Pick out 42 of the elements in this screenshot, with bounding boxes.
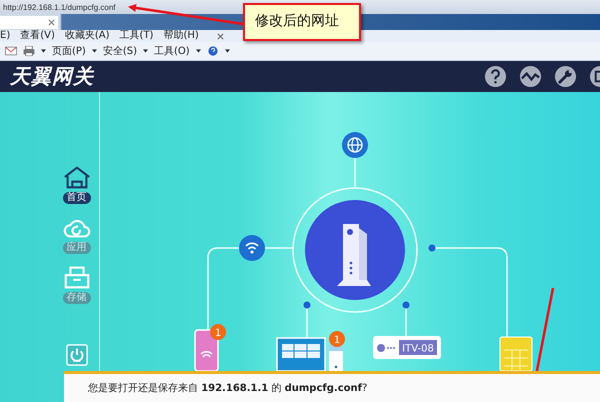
caret-icon[interactable] [92,49,97,53]
help-icon[interactable] [206,46,219,56]
caret-icon[interactable] [224,49,230,53]
menu-item[interactable]: 查看(V) [20,30,55,42]
printer-icon[interactable] [23,46,35,56]
caret-icon[interactable] [41,49,46,53]
connector-line [354,158,356,188]
badge: 1 [329,331,345,347]
node-dot [428,244,436,252]
phone-icon[interactable] [194,329,219,372]
wifi-icon[interactable] [239,235,265,261]
node-dot [402,302,410,308]
home-icon[interactable] [62,164,92,190]
nav-tab[interactable]: 首页 [62,192,90,204]
monitor-icon[interactable] [276,337,326,372]
menu-item[interactable]: E) [0,30,10,42]
set-top-box-icon[interactable] [373,336,441,359]
chart-icon[interactable] [519,65,542,88]
annotation-text: 修改后的网址 [255,13,339,29]
caret-icon[interactable] [196,49,201,53]
tower-icon[interactable] [329,345,343,371]
menu-item[interactable]: 工具(T) [120,30,154,42]
close-icon[interactable] [48,18,55,26]
wrench-icon[interactable] [554,65,577,88]
badge: 1 [210,324,226,340]
address-text[interactable]: http://192.168.1.1/dumpcfg.conf [3,2,116,12]
router-icon[interactable] [305,200,405,300]
toolbar-button[interactable]: 工具(O) [154,44,190,58]
globe-icon[interactable] [342,132,368,158]
logo: 天翼网关 [10,63,94,90]
close-icon[interactable] [216,32,224,40]
connector-line [265,247,293,249]
menu-item[interactable]: 帮助(H) [163,30,199,42]
mail-icon[interactable] [5,46,17,56]
device-label: ITV-08 [402,344,434,354]
menu-item[interactable]: 收藏夹(A) [64,30,110,42]
toolbar-button[interactable]: 安全(S) [102,44,137,58]
node-dot [304,302,310,308]
download-message: 您是要打开还是保存来自 192.168.1.1 的 dumpcfg.conf? [88,382,368,395]
toolbar-button[interactable]: 页面(P) [52,44,86,58]
caret-icon[interactable] [143,49,148,53]
help-icon[interactable] [484,65,507,88]
